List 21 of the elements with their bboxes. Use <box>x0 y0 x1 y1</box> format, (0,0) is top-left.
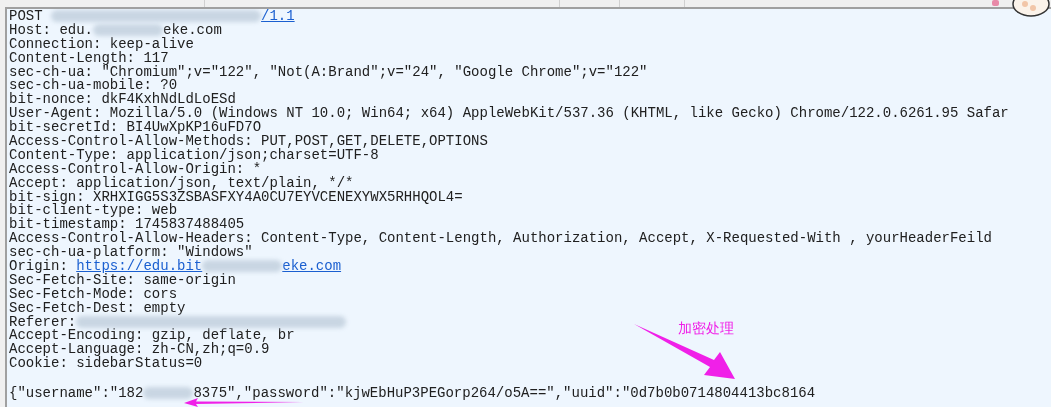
header-text: Connection: keep-alive <box>9 35 194 52</box>
header-text: Sec-Fetch-Dest: empty <box>9 299 186 316</box>
url-link[interactable]: /1.1 <box>261 9 295 24</box>
header-text: Accept-Language: zh-CN,zh;q=0.9 <box>9 341 270 358</box>
header-text: POST <box>9 9 44 24</box>
header-text: {"username":"182 <box>9 385 144 402</box>
header-text: Access-Control-Allow-Origin: * <box>9 160 262 177</box>
header-text: 8375","password":"kjwEbHuP3PEGorp264/o5A==","uuid":"0d7b0b0714804413bc8164 <box>193 385 816 402</box>
header-text: Accept: application/json, text/plain, */* <box>9 174 354 191</box>
header-text: Cookie: sidebarStatus=0 <box>9 355 203 372</box>
header-text: Sec-Fetch-Mode: cors <box>9 285 178 302</box>
header-text: Access-Control-Allow-Methods: PUT,POST,GET,DELETE,OPTIONS <box>9 133 488 149</box>
url-link[interactable]: eke.com <box>282 258 342 275</box>
header-text: Content-Type: application/json;charset=UTF-8 <box>9 146 379 163</box>
annotation-text: 加密处理 <box>678 319 734 338</box>
redaction-blur <box>143 387 194 400</box>
header-text: Host: edu. <box>9 21 93 38</box>
header-text: Referer: <box>9 313 77 330</box>
header-text: Accept-Encoding: gzip, deflate, br <box>9 327 295 344</box>
header-text: eke.com <box>163 21 222 38</box>
header-text: bit-client-type: web <box>9 202 178 219</box>
